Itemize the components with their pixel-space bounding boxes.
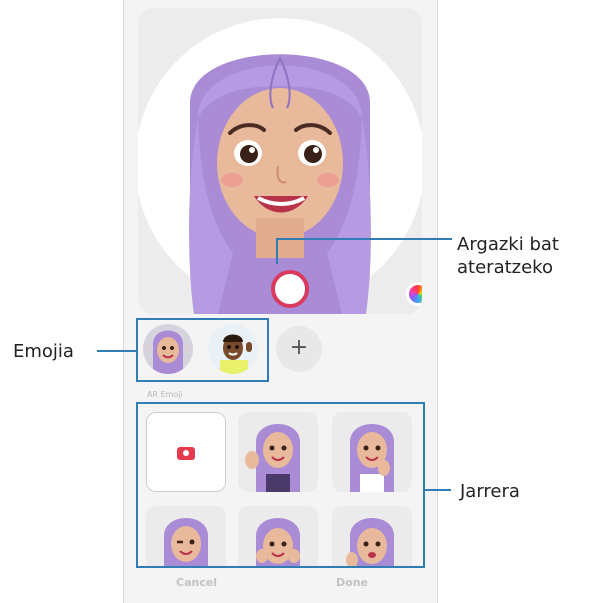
pose-callout-line — [425, 489, 451, 491]
section-label: AR Emoji — [147, 390, 183, 399]
done-button[interactable]: Done — [336, 576, 368, 589]
capture-callout-line-2: ateratzeko — [457, 257, 553, 278]
pose-callout: Jarrera — [460, 481, 520, 502]
capture-callout-drop — [276, 238, 278, 264]
capture-callout: Argazki bat ateratzeko — [457, 233, 559, 279]
capture-callout-line-1: Argazki bat — [457, 234, 559, 255]
cancel-button[interactable]: Cancel — [176, 576, 217, 589]
capture-callout-line — [276, 238, 452, 240]
plus-icon: + — [289, 335, 309, 360]
pose-highlight-box — [136, 402, 425, 568]
bottom-bar — [124, 568, 437, 603]
emoji-highlight-box — [136, 318, 269, 382]
emoji-callout-line — [97, 350, 136, 352]
emoji-callout: Emojia — [13, 341, 74, 362]
add-emoji-button[interactable]: + — [276, 326, 322, 372]
capture-button[interactable] — [271, 270, 309, 308]
avatar-image — [189, 54, 371, 314]
camera-preview — [138, 8, 422, 314]
